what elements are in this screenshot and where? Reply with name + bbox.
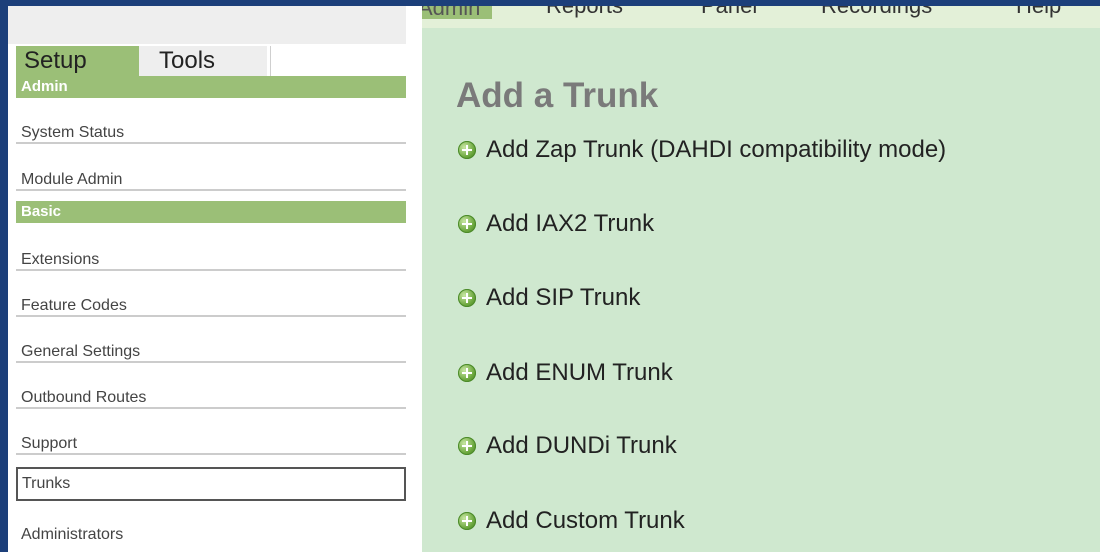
sidebar-item-feature-codes[interactable]: Feature Codes xyxy=(16,295,406,317)
top-nav-tab-help[interactable]: Help xyxy=(1016,6,1061,19)
add-zap-trunk-link[interactable]: Add Zap Trunk (DAHDI compatibility mode) xyxy=(458,135,946,165)
sidebar-item-module-admin[interactable]: Module Admin xyxy=(16,169,406,191)
link-label: Add DUNDi Trunk xyxy=(486,432,677,459)
app-frame: Admin Reports Panel Recordings Help Setu… xyxy=(8,6,1100,552)
tab-setup[interactable]: Setup xyxy=(16,46,139,76)
link-label: Add SIP Trunk xyxy=(486,284,641,311)
sidebar-item-support[interactable]: Support xyxy=(16,433,406,455)
plus-circle-icon xyxy=(458,141,476,159)
link-label: Add ENUM Trunk xyxy=(486,359,673,386)
plus-circle-icon xyxy=(458,215,476,233)
sidebar-item-trunks[interactable]: Trunks xyxy=(16,467,406,501)
tabs-divider xyxy=(270,46,271,76)
section-header-admin: Admin xyxy=(16,76,406,98)
plus-circle-icon xyxy=(458,364,476,382)
add-sip-trunk-link[interactable]: Add SIP Trunk xyxy=(458,283,640,313)
link-label: Add Zap Trunk (DAHDI compatibility mode) xyxy=(486,136,947,163)
content-gutter xyxy=(406,6,422,552)
add-enum-trunk-link[interactable]: Add ENUM Trunk xyxy=(458,358,673,388)
sidebar-header xyxy=(8,6,406,44)
sidebar-item-outbound-routes[interactable]: Outbound Routes xyxy=(16,387,406,409)
link-label: Add IAX2 Trunk xyxy=(486,210,655,237)
top-nav-tab-recordings[interactable]: Recordings xyxy=(821,6,932,19)
sidebar-item-administrators[interactable]: Administrators xyxy=(16,524,406,546)
top-nav-tab-reports[interactable]: Reports xyxy=(546,6,623,19)
add-custom-trunk-link[interactable]: Add Custom Trunk xyxy=(458,506,685,536)
main-content: Add a Trunk Add Zap Trunk (DAHDI compati… xyxy=(422,28,1100,552)
link-label: Add Custom Trunk xyxy=(486,507,685,534)
top-nav-tab-panel[interactable]: Panel xyxy=(701,6,757,19)
plus-circle-icon xyxy=(458,512,476,530)
add-iax2-trunk-link[interactable]: Add IAX2 Trunk xyxy=(458,209,654,239)
section-header-basic: Basic xyxy=(16,201,406,223)
top-nav: Admin Reports Panel Recordings Help xyxy=(406,6,1100,28)
sidebar: Setup Tools Admin System Status Module A… xyxy=(8,6,406,552)
page-title: Add a Trunk xyxy=(456,76,659,115)
sidebar-item-system-status[interactable]: System Status xyxy=(16,122,406,144)
tab-tools[interactable]: Tools xyxy=(139,46,267,76)
sidebar-item-general-settings[interactable]: General Settings xyxy=(16,341,406,363)
plus-circle-icon xyxy=(458,289,476,307)
sidebar-item-extensions[interactable]: Extensions xyxy=(16,249,406,271)
add-dundi-trunk-link[interactable]: Add DUNDi Trunk xyxy=(458,431,677,461)
plus-circle-icon xyxy=(458,437,476,455)
